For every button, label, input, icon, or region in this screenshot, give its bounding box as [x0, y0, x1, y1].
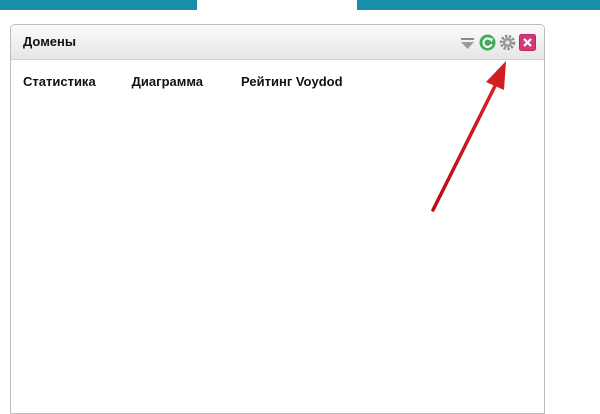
widget-header: Домены [11, 25, 544, 60]
close-icon[interactable] [519, 33, 536, 51]
top-nav-active-tab[interactable] [197, 0, 357, 10]
widget-title: Домены [23, 34, 76, 49]
collapse-icon[interactable] [459, 34, 476, 51]
tab-rating[interactable]: Рейтинг Voydod [241, 74, 343, 89]
gear-icon[interactable] [499, 34, 516, 51]
domains-widget: Домены Статистика Диаграмма Рейтинг Voyd… [10, 24, 545, 414]
tab-statistics[interactable]: Статистика [23, 74, 96, 89]
tab-diagram[interactable]: Диаграмма [132, 74, 203, 89]
widget-controls [459, 32, 536, 52]
widget-tabs: Статистика Диаграмма Рейтинг Voydod [23, 74, 343, 89]
top-navigation-bar [0, 0, 600, 10]
refresh-icon[interactable] [479, 34, 496, 51]
